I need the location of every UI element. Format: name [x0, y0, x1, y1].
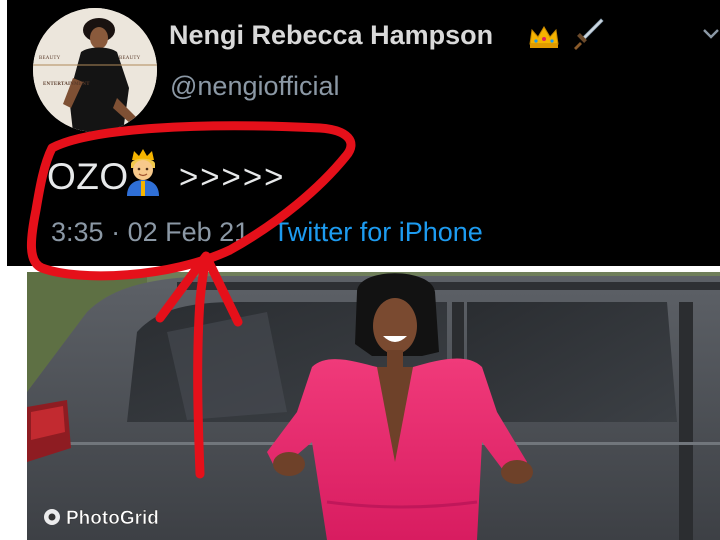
tweet-source-link[interactable]: Twitter for iPhone [273, 217, 483, 247]
crown-icon [529, 26, 559, 48]
avatar[interactable]: BEAUTY BEAUTY ENTERTAINMENT [33, 8, 157, 132]
meta-separator: · [111, 217, 121, 247]
watermark-text: PhotoGrid [66, 508, 159, 529]
meta-separator: · [256, 217, 266, 247]
avatar-cover-text-right: BEAUTY [119, 56, 141, 61]
tweet-text-suffix: >>>>> [179, 158, 286, 195]
screenshot-collage: BEAUTY BEAUTY ENTERTAINMENT Nengi Rebecc… [0, 0, 720, 540]
display-name[interactable]: Nengi Rebecca Hampson [169, 20, 493, 51]
user-handle[interactable]: @nengiofficial [170, 71, 340, 102]
avatar-cover-text-bottom: ENTERTAINMENT [43, 82, 90, 87]
tweet-metadata: 3:35 · 02 Feb 21 · Twitter for iPhone [51, 217, 483, 248]
photo-woman-by-car [27, 272, 720, 540]
avatar-cover-text-left: BEAUTY [39, 56, 61, 61]
tweet-date[interactable]: 02 Feb 21 [128, 217, 250, 247]
avatar-magazine-cover-image [33, 8, 157, 132]
photogrid-logo: PhotoGrid [44, 508, 159, 529]
tweet-card: BEAUTY BEAUTY ENTERTAINMENT Nengi Rebecc… [7, 0, 720, 266]
dagger-icon [574, 18, 604, 50]
tweet-text-prefix: OZO [47, 156, 129, 197]
photogrid-watermark: PhotoGrid [42, 504, 192, 530]
chevron-down-icon[interactable] [702, 24, 720, 44]
prince-icon [127, 149, 159, 196]
tweet-time: 3:35 [51, 217, 104, 247]
